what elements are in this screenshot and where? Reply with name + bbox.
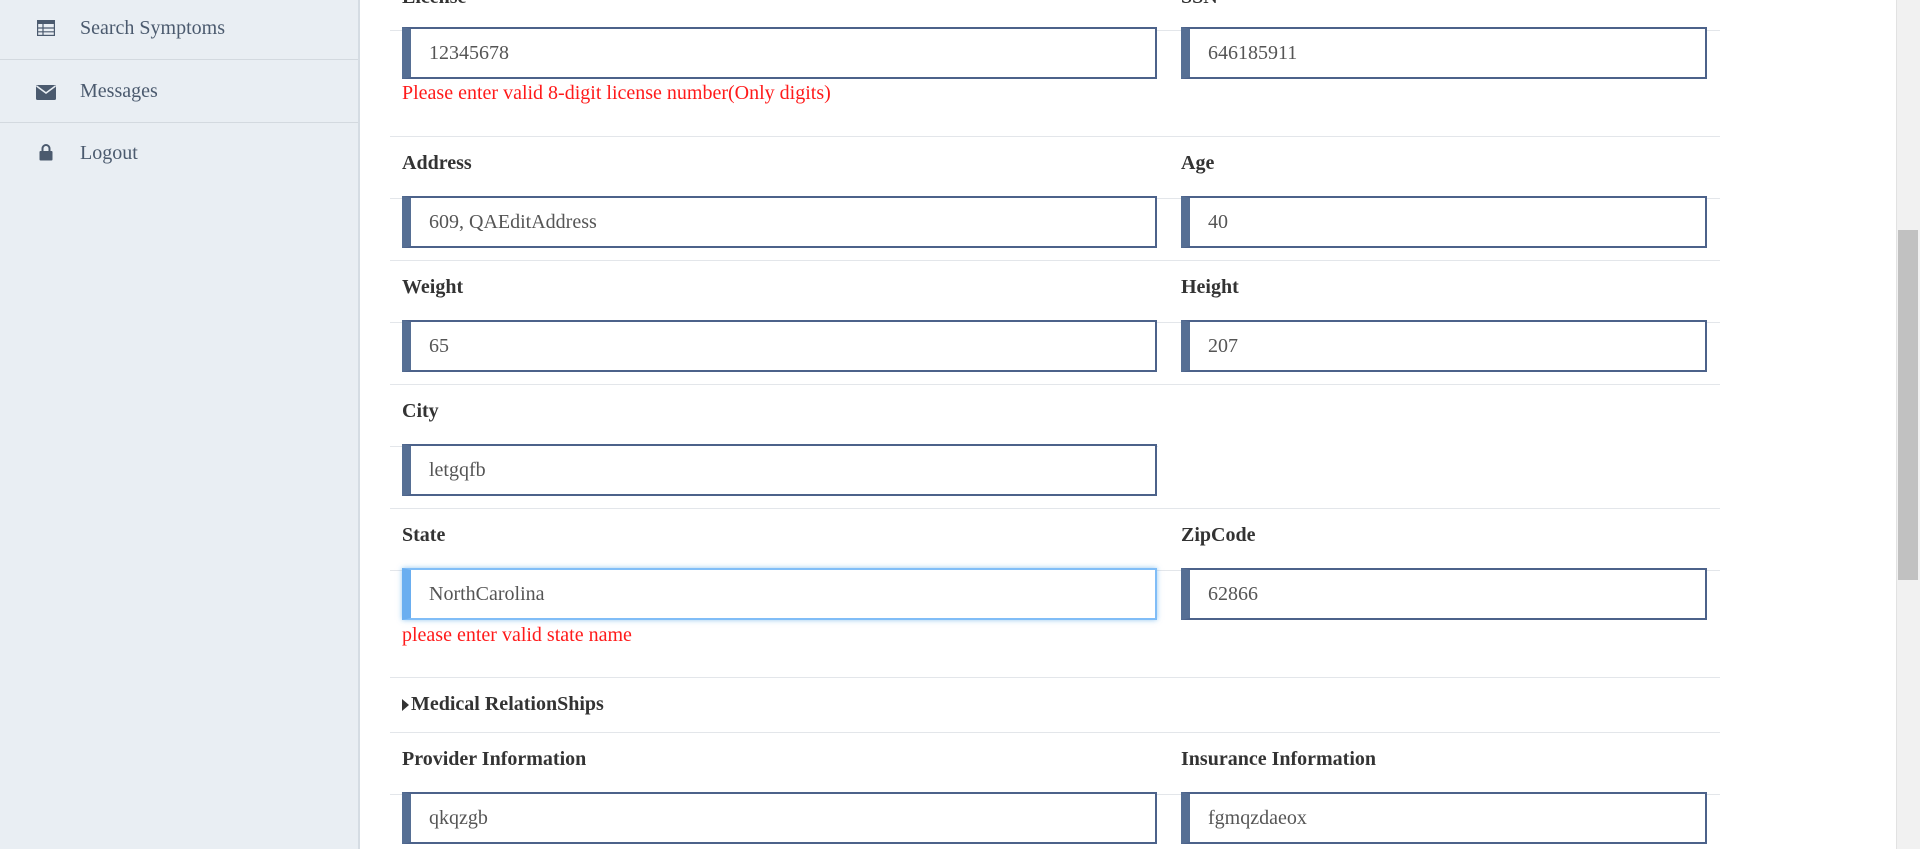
provider-information-input[interactable] (402, 792, 1157, 844)
height-label: Height (1181, 276, 1239, 298)
address-input[interactable] (402, 196, 1157, 248)
sidebar-item-label: Search Symptoms (80, 17, 225, 39)
sidebar-item-logout[interactable]: Logout (0, 124, 358, 184)
address-label: Address (402, 152, 472, 174)
weight-label: Weight (402, 276, 464, 298)
age-label: Age (1181, 152, 1215, 174)
caret-right-icon (402, 698, 409, 711)
zipcode-input[interactable] (1181, 568, 1707, 620)
table-icon (36, 18, 56, 38)
sidebar-item-search-symptoms[interactable]: Search Symptoms (0, 0, 358, 60)
weight-input[interactable] (402, 320, 1157, 372)
provider-information-label: Provider Information (402, 748, 587, 770)
state-label: State (402, 524, 446, 546)
age-input[interactable] (1181, 196, 1707, 248)
medical-relationships-label: Medical RelationShips (411, 693, 604, 715)
state-error-message: please enter valid state name (402, 624, 632, 646)
sidebar: Search Symptoms Messages Logout (0, 0, 360, 849)
license-label: License (402, 0, 466, 9)
license-input[interactable] (402, 27, 1157, 79)
ssn-label: SSN (1181, 0, 1218, 9)
envelope-icon (36, 82, 56, 102)
city-label: City (402, 400, 439, 422)
row-divider (390, 260, 1720, 261)
sidebar-item-label: Logout (80, 142, 138, 164)
row-divider (390, 508, 1720, 509)
row-divider (390, 136, 1720, 137)
row-divider (390, 732, 1720, 733)
insurance-information-input[interactable] (1181, 792, 1707, 844)
profile-form (362, 0, 1896, 849)
sidebar-item-messages[interactable]: Messages (0, 61, 358, 123)
scrollbar-thumb[interactable] (1898, 230, 1918, 580)
sidebar-item-label: Messages (80, 80, 158, 102)
state-input[interactable] (402, 568, 1157, 620)
lock-icon (36, 142, 56, 162)
ssn-input[interactable] (1181, 27, 1707, 79)
row-divider (390, 384, 1720, 385)
city-input[interactable] (402, 444, 1157, 496)
height-input[interactable] (1181, 320, 1707, 372)
zipcode-label: ZipCode (1181, 524, 1256, 546)
insurance-information-label: Insurance Information (1181, 748, 1377, 770)
medical-relationships-toggle[interactable]: Medical RelationShips (402, 693, 604, 716)
license-error-message: Please enter valid 8-digit license numbe… (402, 82, 831, 104)
row-divider (390, 677, 1720, 678)
